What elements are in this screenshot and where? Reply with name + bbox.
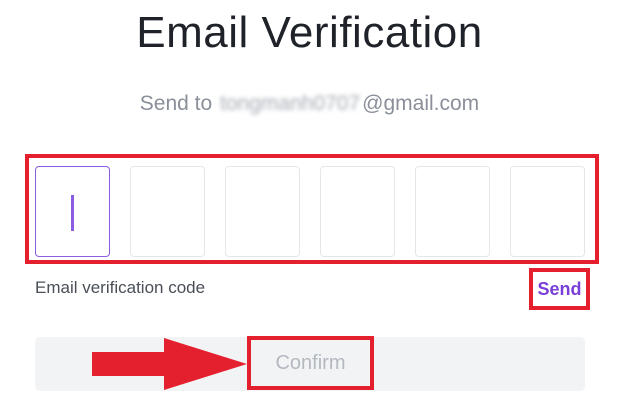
- email-domain: @gmail.com: [362, 92, 480, 115]
- arrow-right-icon: [92, 338, 247, 390]
- code-digit-5[interactable]: [415, 166, 490, 257]
- code-digit-4[interactable]: [320, 166, 395, 257]
- masked-email-user: tongmanh0707: [220, 92, 361, 115]
- code-digit-1[interactable]: [35, 166, 110, 257]
- send-to-prefix: Send to: [139, 92, 213, 115]
- code-digit-2[interactable]: [130, 166, 205, 257]
- page-title: Email Verification: [136, 8, 483, 57]
- send-button-label: Send: [537, 278, 582, 299]
- send-to-text: Send to tongmanh0707@gmail.com: [0, 92, 619, 116]
- code-digit-6[interactable]: [510, 166, 585, 257]
- code-field-label: Email verification code: [35, 278, 206, 297]
- confirm-highlight-annotation: [247, 336, 374, 390]
- send-code-button[interactable]: Send: [529, 268, 590, 310]
- text-caret: [71, 195, 74, 231]
- verification-code-inputs: [35, 166, 586, 257]
- code-digit-3[interactable]: [225, 166, 300, 257]
